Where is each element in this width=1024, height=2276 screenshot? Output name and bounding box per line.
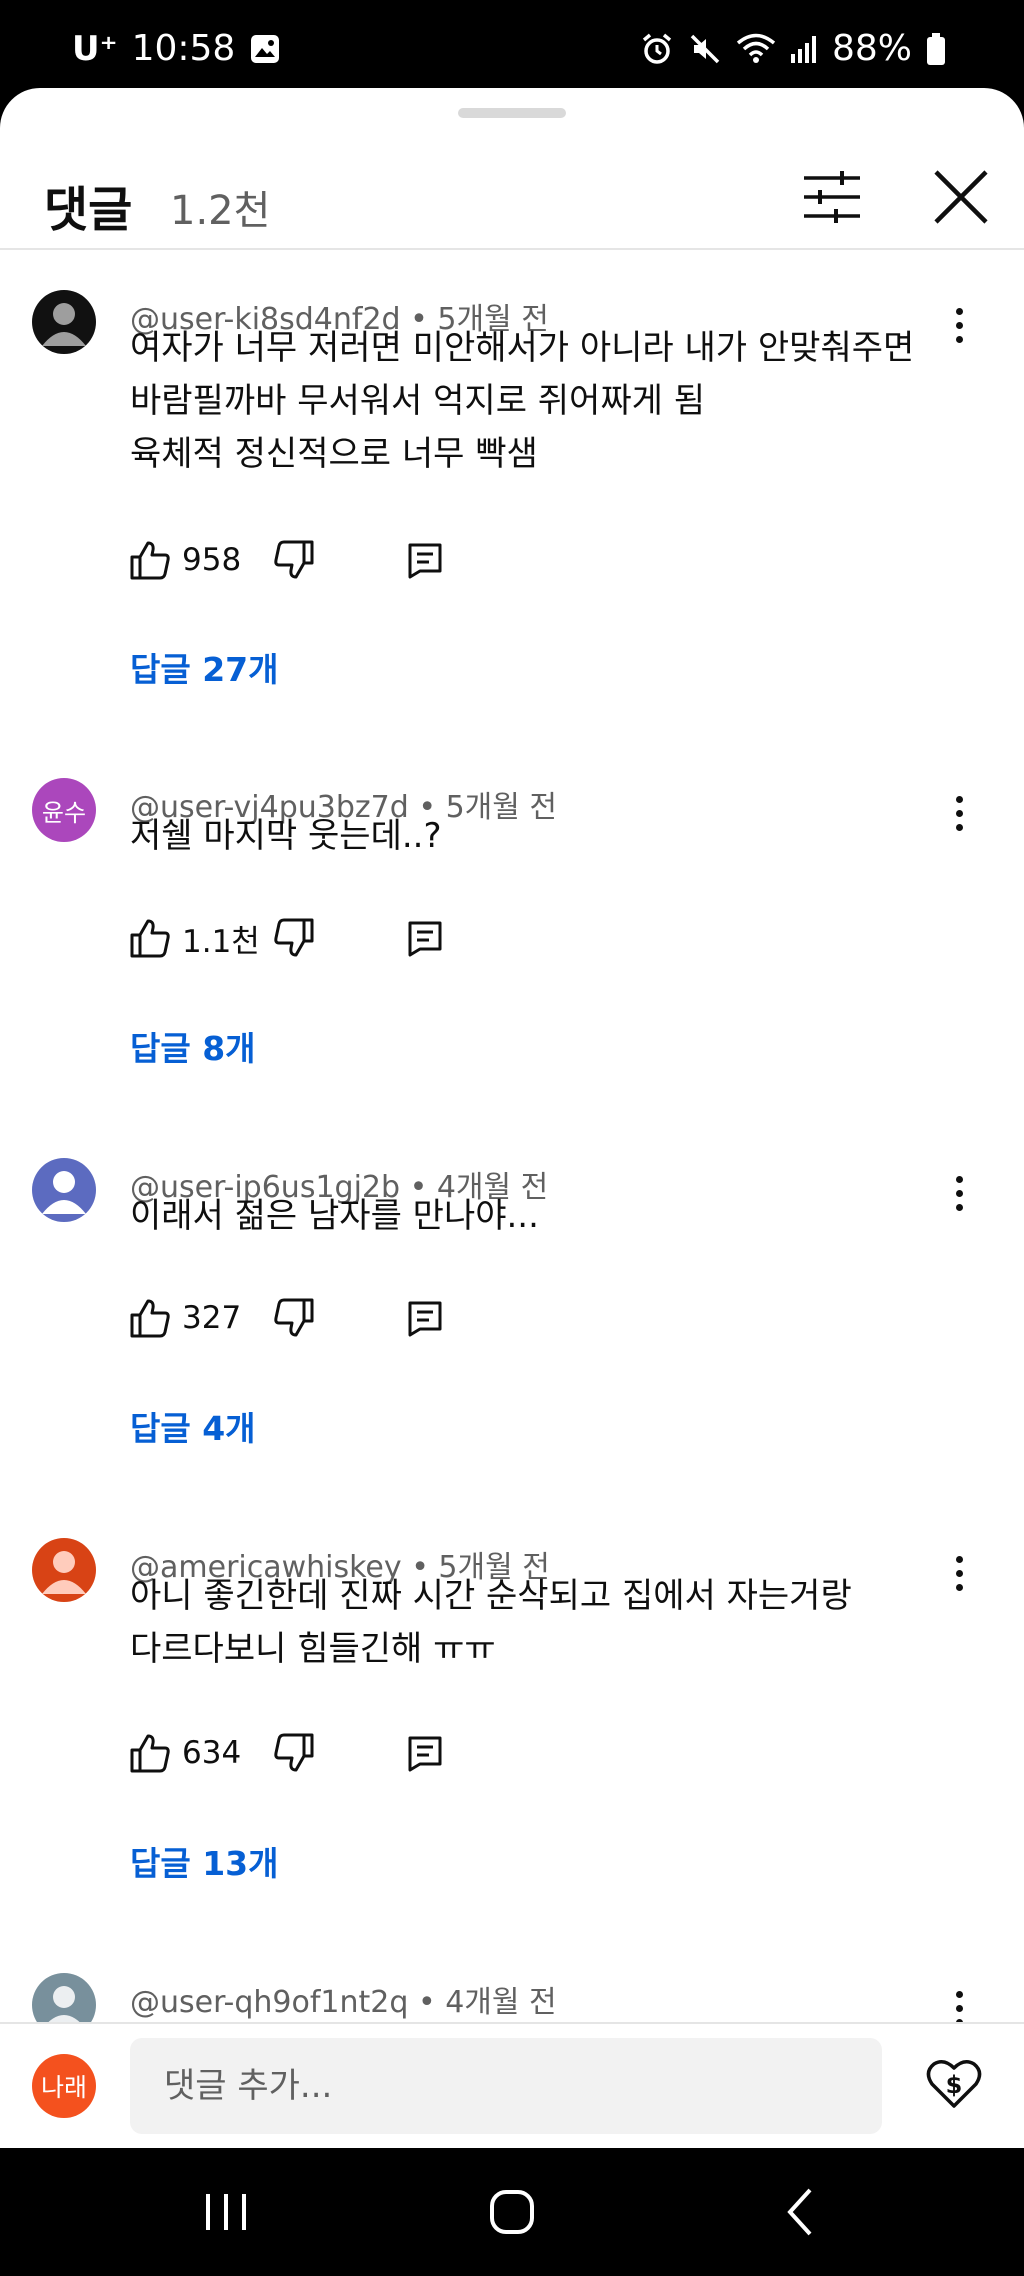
battery-percent: 88% — [831, 28, 912, 69]
comment-list[interactable]: @user-ki8sd4nf2d • 5개월 전 여자가 너무 저러면 미안해서… — [0, 250, 1024, 2100]
default-avatar-icon — [42, 1171, 86, 1214]
status-bar: U⁺ 10:58 88% — [0, 0, 1024, 88]
alarm-icon — [642, 33, 672, 64]
wifi-icon — [736, 33, 776, 63]
comments-header: 댓글 1.2천 — [0, 148, 1024, 246]
like-count: 1.1천 — [182, 923, 260, 960]
dislike-icon[interactable] — [272, 1296, 316, 1340]
comment-actions: 1.1천 — [128, 913, 444, 963]
like-count: 634 — [182, 1735, 242, 1771]
avatar[interactable] — [32, 290, 96, 354]
like-count: 958 — [182, 542, 242, 578]
comment-input-bar: 나래 $ — [0, 2022, 1024, 2148]
avatar[interactable] — [32, 1538, 96, 1602]
like-count: 327 — [182, 1300, 242, 1336]
comments-count: 1.2천 — [170, 188, 271, 234]
comments-sheet: 댓글 1.2천 @user-ki8sd4nf2d • 5개월 전 여자가 너무 … — [0, 88, 1024, 2148]
comment-item: @americawhiskey • 5개월 전 아니 좋긴한데 진짜 시간 순삭… — [0, 1470, 1024, 1905]
clock: 10:58 — [131, 28, 236, 69]
carrier-label: U⁺ — [72, 28, 118, 69]
gallery-icon — [251, 34, 280, 63]
like-icon[interactable] — [128, 538, 172, 582]
avatar[interactable] — [32, 1158, 96, 1222]
comment-item: @user-ki8sd4nf2d • 5개월 전 여자가 너무 저러면 미안해서… — [0, 250, 1024, 710]
close-icon[interactable] — [930, 166, 992, 228]
svg-text:$: $ — [946, 2071, 963, 2099]
comment-author[interactable]: @user-qh9of1nt2q — [130, 1985, 408, 2020]
like-icon[interactable] — [128, 1296, 172, 1340]
system-nav-bar — [0, 2148, 1024, 2276]
filter-icon[interactable] — [802, 170, 862, 224]
reply-icon[interactable] — [406, 919, 444, 957]
comment-meta: @user-qh9of1nt2q • 4개월 전 — [130, 1977, 557, 2021]
dislike-icon[interactable] — [272, 916, 316, 960]
super-thanks-icon[interactable]: $ — [926, 2056, 982, 2112]
signal-icon — [790, 35, 816, 63]
home-icon[interactable] — [482, 2184, 542, 2240]
back-icon[interactable] — [772, 2184, 832, 2240]
like-icon[interactable] — [128, 1731, 172, 1775]
meta-separator: • — [417, 1985, 446, 2020]
comment-actions: 327 — [128, 1293, 444, 1343]
comment-actions: 958 — [128, 535, 444, 585]
add-comment-input[interactable] — [130, 2038, 882, 2134]
reply-icon[interactable] — [406, 1734, 444, 1772]
comment-text: 저쉘 마지막 웃는데..? — [130, 816, 442, 856]
replies-button[interactable]: 답글 13개 — [130, 1837, 279, 1885]
comment-item: @user-ip6us1gj2b • 4개월 전 이래서 젊은 남자를 만나야.… — [0, 1090, 1024, 1470]
comment-text: 아니 좋긴한데 진짜 시간 순삭되고 집에서 자는거랑 다르다보니 힘들긴해 ㅠ… — [130, 1576, 852, 1669]
comment-text: 여자가 너무 저러면 미안해서가 아니라 내가 안맞춰주면 바람필까바 무서워서… — [130, 328, 915, 474]
reply-icon[interactable] — [406, 1299, 444, 1337]
battery-icon — [927, 32, 945, 65]
replies-button[interactable]: 답글 27개 — [130, 643, 279, 691]
default-avatar-icon — [42, 303, 86, 346]
comments-title: 댓글 — [44, 182, 133, 238]
comment-text: 이래서 젊은 남자를 만나야... — [130, 1196, 539, 1236]
replies-button[interactable]: 답글 8개 — [130, 1022, 256, 1070]
my-avatar-label: 나래 — [40, 2073, 87, 2102]
comment-item: 윤수 @user-vj4pu3bz7d • 5개월 전 저쉘 마지막 웃는데..… — [0, 710, 1024, 1090]
like-icon[interactable] — [128, 916, 172, 960]
mute-icon — [690, 34, 720, 63]
my-avatar[interactable]: 나래 — [32, 2054, 96, 2118]
default-avatar-icon — [42, 1551, 86, 1594]
avatar[interactable]: 윤수 — [32, 778, 96, 842]
recent-apps-icon[interactable] — [196, 2184, 256, 2240]
dislike-icon[interactable] — [272, 538, 316, 582]
comment-actions: 634 — [128, 1728, 444, 1778]
drag-handle[interactable] — [458, 108, 566, 118]
dislike-icon[interactable] — [272, 1731, 316, 1775]
avatar-label: 윤수 — [41, 798, 87, 827]
reply-icon[interactable] — [406, 541, 444, 579]
replies-button[interactable]: 답글 4개 — [130, 1402, 256, 1450]
comment-time: 4개월 전 — [445, 1985, 557, 2020]
